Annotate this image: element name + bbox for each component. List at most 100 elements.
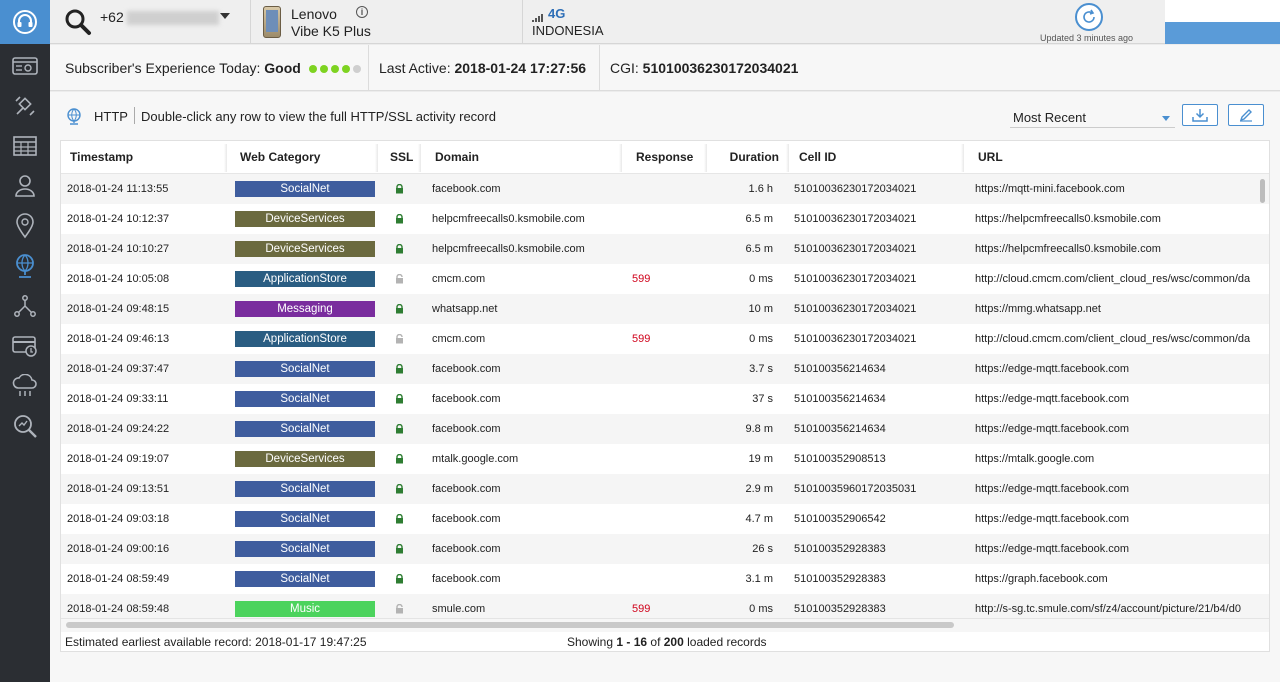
cell-response: 599 xyxy=(632,273,651,285)
search-icon[interactable] xyxy=(64,8,92,41)
cell-response xyxy=(632,294,692,324)
http-activity-table: Timestamp Web Category SSL Domain Respon… xyxy=(60,140,1270,652)
experience-dot-empty xyxy=(352,65,361,74)
category-badge: SocialNet xyxy=(235,541,375,557)
column-resizer[interactable] xyxy=(375,144,378,172)
lock-open-icon xyxy=(395,603,404,617)
cell-timestamp: 2018-01-24 10:05:08 xyxy=(67,273,170,285)
top-bar: +62 Lenovo Vibe K5 Plus i 4G INDONESIA U… xyxy=(50,0,1165,44)
cell-cell-id: 51010036230172034021 xyxy=(794,333,917,345)
cell-duration: 2.9 m xyxy=(745,483,773,495)
column-header-ssl[interactable]: SSL xyxy=(381,141,421,174)
table-row[interactable]: 2018-01-24 10:10:27 DeviceServices helpcmf… xyxy=(61,234,1269,264)
category-badge: Messaging xyxy=(235,301,375,317)
table-row[interactable]: 2018-01-24 10:05:08 ApplicationStore cmcm.… xyxy=(61,264,1269,294)
sort-select[interactable]: Most Recent xyxy=(1010,106,1175,128)
refresh-button[interactable] xyxy=(1075,3,1103,31)
nav-table-icon[interactable] xyxy=(0,126,50,166)
table-row[interactable]: 2018-01-24 09:24:22 SocialNet facebook.com… xyxy=(61,414,1269,444)
cell-response xyxy=(632,354,692,384)
subscriber-msisdn[interactable]: +62 xyxy=(100,9,219,26)
cell-cell-id: 51010036230172034021 xyxy=(794,183,917,195)
column-resizer[interactable] xyxy=(619,144,622,172)
table-row[interactable]: 2018-01-24 09:00:16 SocialNet facebook.com… xyxy=(61,534,1269,564)
lock-closed-icon xyxy=(395,393,404,407)
cell-domain: facebook.com xyxy=(432,513,501,525)
records-count-range: 1 - 16 xyxy=(616,635,648,649)
cell-url: https://edge-mqtt.facebook.com xyxy=(975,423,1130,435)
column-resizer[interactable] xyxy=(704,144,707,172)
table-row[interactable]: 2018-01-24 09:48:15 Messaging whatsapp.net… xyxy=(61,294,1269,324)
lock-closed-icon xyxy=(395,303,404,317)
cell-domain: helpcmfreecalls0.ksmobile.com xyxy=(432,213,585,225)
table-row[interactable]: 2018-01-24 09:03:18 SocialNet facebook.com… xyxy=(61,504,1269,534)
category-badge: DeviceServices xyxy=(235,451,375,467)
cell-cell-id: 510100352908513 xyxy=(794,453,886,465)
horizontal-scrollbar[interactable] xyxy=(66,622,954,628)
nav-cloud-icon[interactable] xyxy=(0,366,50,406)
info-icon[interactable]: i xyxy=(356,6,368,18)
cell-cell-id: 51010036230172034021 xyxy=(794,243,917,255)
chevron-down-icon[interactable] xyxy=(220,13,230,19)
category-badge: DeviceServices xyxy=(235,211,375,227)
column-resizer[interactable] xyxy=(786,144,789,172)
cell-domain: facebook.com xyxy=(432,573,501,585)
category-badge: ApplicationStore xyxy=(235,271,375,287)
cell-duration: 6.5 m xyxy=(745,243,773,255)
nav-topology-icon[interactable] xyxy=(0,286,50,326)
cell-timestamp: 2018-01-24 09:13:51 xyxy=(67,483,170,495)
category-badge: DeviceServices xyxy=(235,241,375,257)
http-activity-panel: HTTP Double-click any row to view the fu… xyxy=(50,92,1280,682)
category-badge: ApplicationStore xyxy=(235,331,375,347)
table-row[interactable]: 2018-01-24 09:19:07 DeviceServices mtalk.g… xyxy=(61,444,1269,474)
cell-cell-id: 51010036230172034021 xyxy=(794,303,917,315)
column-resizer[interactable] xyxy=(961,144,964,172)
divider xyxy=(250,0,251,44)
nav-web-globe-icon[interactable] xyxy=(0,246,50,286)
column-header-response[interactable]: Response xyxy=(627,141,707,174)
cell-cell-id: 510100352928383 xyxy=(794,543,886,555)
column-header-timestamp[interactable]: Timestamp xyxy=(61,141,224,174)
table-row[interactable]: 2018-01-24 11:13:55 SocialNet facebook.com… xyxy=(61,174,1269,204)
last-active-label: Last Active: xyxy=(379,60,451,76)
lock-closed-icon xyxy=(395,543,404,557)
cell-url: http://cloud.cmcm.com/client_cloud_res/w… xyxy=(975,273,1251,285)
nav-dashboard-icon[interactable] xyxy=(0,46,50,86)
column-header-cell-id[interactable]: Cell ID xyxy=(790,141,960,174)
records-count-mid: of xyxy=(647,635,664,649)
table-row[interactable]: 2018-01-24 08:59:49 SocialNet facebook.com… xyxy=(61,564,1269,594)
cell-domain: cmcm.com xyxy=(432,333,486,345)
cell-timestamp: 2018-01-24 09:48:15 xyxy=(67,303,170,315)
nav-satellite-icon[interactable] xyxy=(0,86,50,126)
nav-search-analytics-icon[interactable] xyxy=(0,406,50,446)
download-button[interactable] xyxy=(1182,104,1218,126)
msisdn-prefix: +62 xyxy=(100,9,124,25)
edit-button[interactable] xyxy=(1228,104,1264,126)
column-header-duration[interactable]: Duration xyxy=(711,141,788,174)
table-row[interactable]: 2018-01-24 09:33:11 SocialNet facebook.com… xyxy=(61,384,1269,414)
column-header-web-category[interactable]: Web Category xyxy=(231,141,375,174)
top-bar-right xyxy=(1165,0,1280,44)
column-header-domain[interactable]: Domain xyxy=(426,141,621,174)
column-resizer[interactable] xyxy=(418,144,421,172)
chevron-down-icon[interactable] xyxy=(1162,116,1170,121)
table-row[interactable]: 2018-01-24 09:13:51 SocialNet facebook.com… xyxy=(61,474,1269,504)
cell-domain: facebook.com xyxy=(432,483,501,495)
table-row[interactable]: 2018-01-24 10:12:37 DeviceServices helpcmf… xyxy=(61,204,1269,234)
device-image xyxy=(263,6,281,38)
cell-timestamp: 2018-01-24 09:46:13 xyxy=(67,333,170,345)
nav-location-pin-icon[interactable] xyxy=(0,206,50,246)
table-row[interactable]: 2018-01-24 09:46:13 ApplicationStore cmcm.… xyxy=(61,324,1269,354)
nav-subscriber-icon[interactable] xyxy=(0,166,50,206)
cell-response xyxy=(632,504,692,534)
earliest-record: Estimated earliest available record: 201… xyxy=(65,635,367,649)
lock-open-icon xyxy=(395,333,404,347)
nav-billing-icon[interactable] xyxy=(0,326,50,366)
category-badge: SocialNet xyxy=(235,391,375,407)
column-resizer[interactable] xyxy=(224,144,227,172)
msisdn-redacted xyxy=(126,11,219,26)
column-header-url[interactable]: URL xyxy=(969,141,1269,174)
nav-support-headset-icon[interactable] xyxy=(0,0,50,44)
table-row[interactable]: 2018-01-24 09:37:47 SocialNet facebook.com… xyxy=(61,354,1269,384)
vertical-scrollbar[interactable] xyxy=(1260,179,1265,203)
